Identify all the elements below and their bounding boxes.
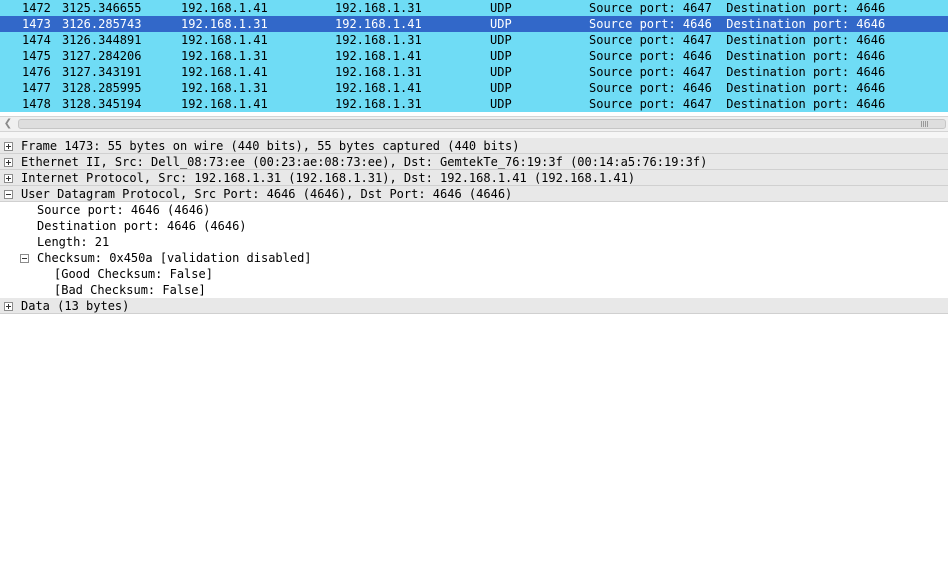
packet-source: 192.168.1.31 [181, 81, 268, 95]
details-text: [Good Checksum: False] [54, 267, 213, 281]
packet-time: 3127.284206 [62, 49, 142, 63]
expand-icon[interactable] [4, 174, 13, 183]
details-text: User Datagram Protocol, Src Port: 4646 (… [21, 187, 513, 201]
details-field[interactable]: Length: 21 [0, 234, 948, 250]
packet-protocol: UDP [490, 17, 512, 31]
packet-destination: 192.168.1.41 [335, 49, 422, 63]
packet-no: 1475 [22, 49, 51, 63]
packet-destination: 192.168.1.41 [335, 81, 422, 95]
packet-destination: 192.168.1.41 [335, 17, 422, 31]
details-text: [Bad Checksum: False] [54, 283, 206, 297]
details-section[interactable]: Data (13 bytes) [0, 298, 948, 314]
packet-protocol: UDP [490, 65, 512, 79]
details-text: Checksum: 0x450a [validation disabled] [37, 251, 312, 265]
packet-info: Source port: 4646 Destination port: 4646 [589, 81, 886, 95]
collapse-icon[interactable] [20, 254, 29, 263]
packet-row[interactable]: 1478 3128.345194 192.168.1.41 192.168.1.31 U… [0, 96, 948, 112]
packet-info: Source port: 4646 Destination port: 4646 [589, 49, 886, 63]
packet-time: 3126.285743 [62, 17, 142, 31]
packet-row[interactable]: 1472 3125.346655 192.168.1.41 192.168.1.31 U… [0, 0, 948, 16]
packet-info: Source port: 4647 Destination port: 4646 [589, 1, 886, 15]
details-field[interactable]: Destination port: 4646 (4646) [0, 218, 948, 234]
details-section[interactable]: Frame 1473: 55 bytes on wire (440 bits),… [0, 138, 948, 154]
packet-source: 192.168.1.41 [181, 1, 268, 15]
details-section[interactable]: Internet Protocol, Src: 192.168.1.31 (19… [0, 170, 948, 186]
expand-icon[interactable] [4, 142, 13, 151]
chevron-left-icon[interactable]: ❮ [0, 117, 16, 131]
packet-time: 3127.343191 [62, 65, 142, 79]
packet-list: 1472 3125.346655 192.168.1.41 192.168.1.31 U… [0, 0, 948, 116]
details-field[interactable]: Checksum: 0x450a [validation disabled] [0, 250, 948, 266]
packet-protocol: UDP [490, 1, 512, 15]
details-text: Destination port: 4646 (4646) [37, 219, 247, 233]
packet-source: 192.168.1.41 [181, 65, 268, 79]
details-text: Source port: 4646 (4646) [37, 203, 211, 217]
packet-no: 1473 [22, 17, 51, 31]
packet-no: 1476 [22, 65, 51, 79]
packet-info: Source port: 4647 Destination port: 4646 [589, 33, 886, 47]
packet-row-selected[interactable]: 1473 3126.285743 192.168.1.31 192.168.1.41 U… [0, 16, 948, 32]
details-text: Ethernet II, Src: Dell_08:73:ee (00:23:a… [21, 155, 708, 169]
packet-time: 3128.285995 [62, 81, 142, 95]
horizontal-scrollbar[interactable]: ❮ [0, 116, 948, 132]
details-field[interactable]: Source port: 4646 (4646) [0, 202, 948, 218]
packet-row[interactable]: 1475 3127.284206 192.168.1.31 192.168.1.41 U… [0, 48, 948, 64]
expand-icon[interactable] [4, 158, 13, 167]
packet-protocol: UDP [490, 97, 512, 111]
packet-info: Source port: 4646 Destination port: 4646 [589, 17, 886, 31]
details-text: Length: 21 [37, 235, 110, 249]
packet-row[interactable]: 1477 3128.285995 192.168.1.31 192.168.1.41 U… [0, 80, 948, 96]
packet-source: 192.168.1.41 [181, 33, 268, 47]
packet-time: 3126.344891 [62, 33, 142, 47]
collapse-icon[interactable] [4, 190, 13, 199]
packet-no: 1478 [22, 97, 51, 111]
packet-no: 1477 [22, 81, 51, 95]
packet-source: 192.168.1.31 [181, 17, 268, 31]
details-section[interactable]: User Datagram Protocol, Src Port: 4646 (… [0, 186, 948, 202]
packet-time: 3128.345194 [62, 97, 142, 111]
packet-destination: 192.168.1.31 [335, 65, 422, 79]
expand-icon[interactable] [4, 302, 13, 311]
details-text: Frame 1473: 55 bytes on wire (440 bits),… [21, 139, 520, 153]
packet-time: 3125.346655 [62, 1, 142, 15]
details-text: Data (13 bytes) [21, 299, 130, 313]
packet-info: Source port: 4647 Destination port: 4646 [589, 97, 886, 111]
packet-no: 1474 [22, 33, 51, 47]
details-section[interactable]: Ethernet II, Src: Dell_08:73:ee (00:23:a… [0, 154, 948, 170]
packet-destination: 192.168.1.31 [335, 33, 422, 47]
packet-destination: 192.168.1.31 [335, 97, 422, 111]
scrollbar-thumb[interactable] [18, 119, 946, 129]
packet-source: 192.168.1.31 [181, 49, 268, 63]
packet-protocol: UDP [490, 81, 512, 95]
packet-row[interactable]: 1474 3126.344891 192.168.1.41 192.168.1.31 U… [0, 32, 948, 48]
packet-protocol: UDP [490, 49, 512, 63]
packet-row[interactable]: 1476 3127.343191 192.168.1.41 192.168.1.31 U… [0, 64, 948, 80]
details-text: Internet Protocol, Src: 192.168.1.31 (19… [21, 171, 636, 185]
packet-source: 192.168.1.41 [181, 97, 268, 111]
details-field[interactable]: [Bad Checksum: False] [0, 282, 948, 298]
packet-destination: 192.168.1.31 [335, 1, 422, 15]
packet-protocol: UDP [490, 33, 512, 47]
details-field[interactable]: [Good Checksum: False] [0, 266, 948, 282]
packet-no: 1472 [22, 1, 51, 15]
packet-info: Source port: 4647 Destination port: 4646 [589, 65, 886, 79]
scrollbar-grip [921, 121, 929, 127]
